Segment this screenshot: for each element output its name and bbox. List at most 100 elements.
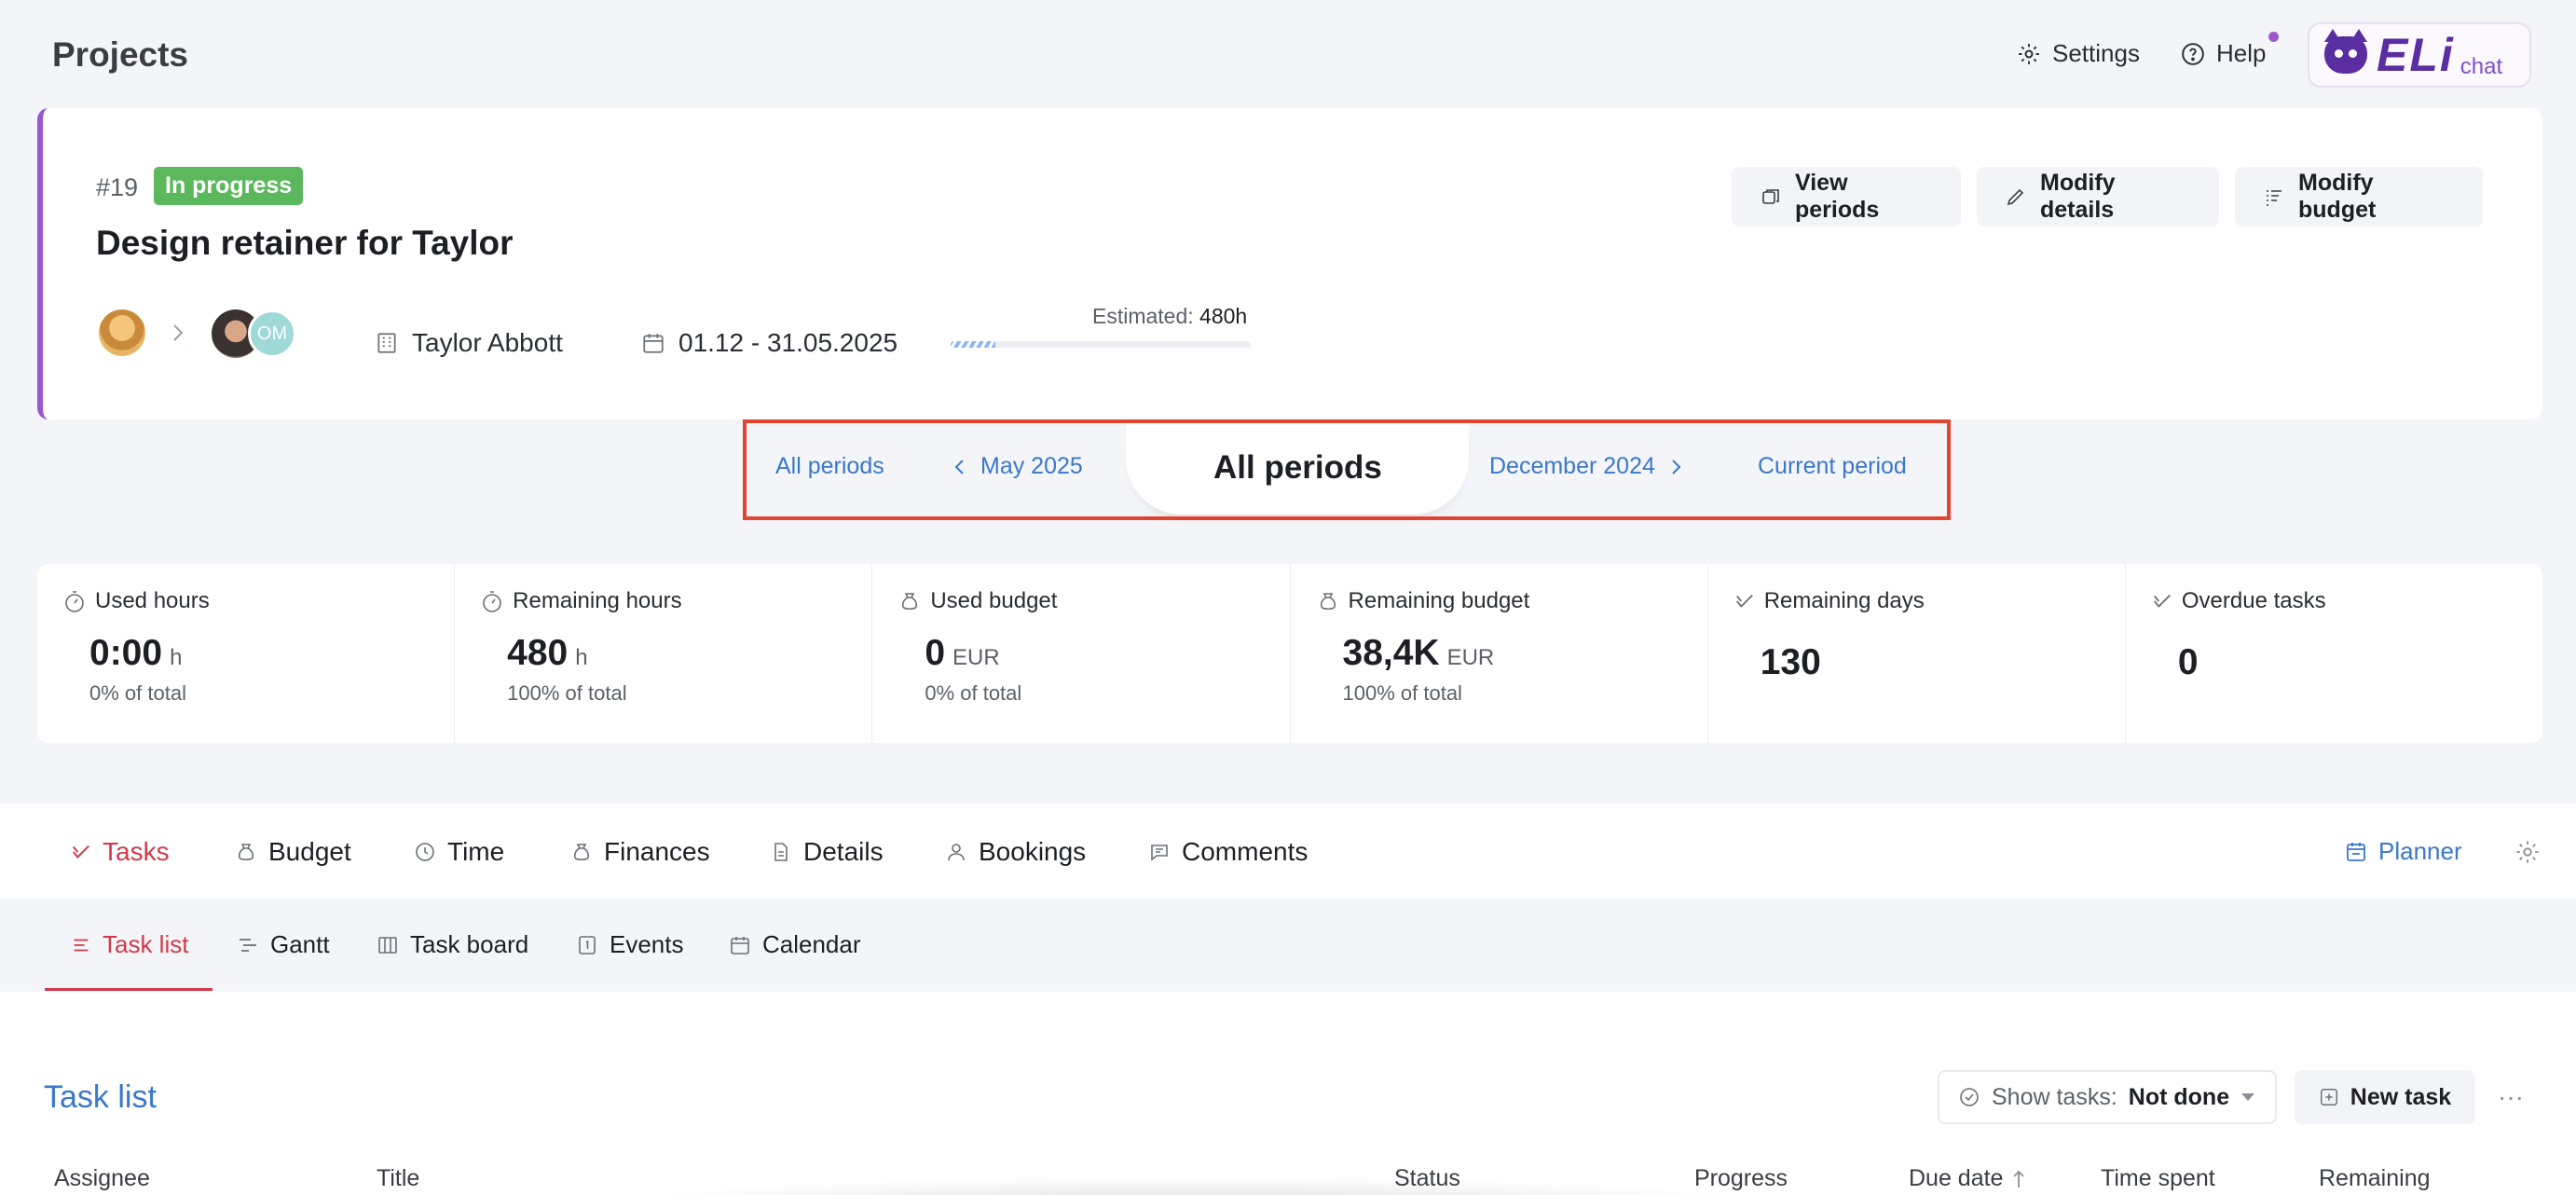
new-task-button[interactable]: New task: [2295, 1070, 2475, 1124]
stat-subtext: 100% of total: [507, 681, 627, 705]
stopwatch-icon: [63, 589, 86, 613]
col-due-date-label: Due date: [1909, 1165, 2004, 1191]
show-tasks-dropdown[interactable]: Show tasks: Not done: [1938, 1070, 2277, 1124]
cat-logo-icon: [2324, 29, 2367, 74]
col-progress[interactable]: Progress: [1694, 1165, 1788, 1192]
tab-bookings[interactable]: Bookings: [945, 837, 1086, 867]
col-assignee[interactable]: Assignee: [54, 1165, 150, 1192]
tab-time[interactable]: Time: [414, 837, 504, 867]
prev-period-link[interactable]: May 2025: [954, 453, 1083, 480]
tab-comments-label: Comments: [1182, 837, 1309, 866]
tab-budget-label: Budget: [268, 837, 351, 866]
person-icon: [945, 841, 967, 863]
col-time-spent[interactable]: Time spent: [2101, 1165, 2215, 1192]
tab-bookings-label: Bookings: [979, 837, 1087, 866]
pencil-icon: [2005, 185, 2027, 208]
gantt-icon: [237, 934, 259, 956]
money-bag-icon: [1317, 590, 1339, 612]
next-period-link[interactable]: December 2024: [1489, 453, 1681, 480]
col-title[interactable]: Title: [377, 1165, 419, 1192]
tab-events-label: Events: [610, 930, 684, 958]
tab-task-board[interactable]: Task board: [377, 930, 528, 959]
settings-link[interactable]: Settings: [2017, 39, 2140, 68]
current-period-link[interactable]: Current period: [1758, 453, 1907, 480]
more-options-button[interactable]: ···: [2485, 1070, 2537, 1124]
tab-gantt[interactable]: Gantt: [237, 930, 330, 959]
modify-budget-label: Modify budget: [2298, 170, 2377, 223]
modify-budget-button[interactable]: Modify budget: [2235, 167, 2483, 227]
all-periods-link[interactable]: All periods: [775, 453, 884, 480]
tab-task-list[interactable]: Task list: [71, 930, 188, 959]
stat-value-number: 0:00: [89, 633, 163, 673]
stat-value-number: 38,4K: [1342, 633, 1440, 673]
stat-label: Remaining hours: [481, 588, 871, 614]
stat-subtext: 0% of total: [89, 681, 186, 705]
check-icon: [71, 842, 91, 862]
tab-details[interactable]: Details: [770, 837, 884, 867]
stat-label-text: Remaining budget: [1348, 588, 1530, 613]
stats-panel: Used hours 0:00 h 0% of total Remaining hour…: [37, 564, 2542, 743]
gear-icon[interactable]: [2514, 839, 2541, 865]
date-range: 01.12 - 31.05.2025: [641, 328, 897, 358]
project-number: #19: [96, 173, 139, 201]
stat-label: Remaining days: [1734, 588, 2125, 614]
stat-unit: h: [170, 645, 183, 670]
tab-gantt-label: Gantt: [270, 930, 330, 958]
active-subtab-underline: [45, 988, 212, 991]
stat-value: 0: [2178, 642, 2542, 683]
help-label: Help: [2216, 39, 2267, 67]
help-label-wrap: Help: [2216, 32, 2280, 68]
tab-budget[interactable]: Budget: [235, 837, 351, 867]
notification-dot: [2268, 32, 2280, 42]
building-icon: [375, 331, 399, 355]
money-bag-icon: [235, 841, 257, 863]
check-circle-icon: [1958, 1086, 1980, 1108]
stat-card: Remaining budget 38,4K EUR 100% of total: [1291, 564, 1708, 743]
stat-value-number: 0: [2177, 642, 2199, 682]
stat-card: Used budget 0 EUR 0% of total: [872, 564, 1291, 743]
avatar-initials[interactable]: OM: [248, 309, 296, 358]
tab-finances[interactable]: Finances: [570, 837, 710, 867]
modify-details-button[interactable]: Modify details: [1977, 167, 2219, 227]
stat-label: Overdue tasks: [2152, 588, 2542, 614]
avatar-owner[interactable]: [99, 309, 145, 356]
client-name: Taylor Abbott: [412, 328, 563, 357]
event-icon: [576, 934, 598, 956]
tab-time-label: Time: [447, 837, 505, 866]
show-tasks-value: Not done: [2128, 1083, 2230, 1110]
tab-tasks[interactable]: Tasks: [71, 837, 170, 867]
stat-label: Used hours: [63, 588, 454, 614]
show-tasks-label: Show tasks:: [1992, 1083, 2117, 1110]
calendar-icon: [641, 331, 665, 355]
planner-link[interactable]: Planner: [2345, 837, 2462, 866]
stat-value-number: 480: [507, 633, 569, 673]
tab-tasks-label: Tasks: [103, 837, 170, 866]
chevron-right-icon: [171, 323, 185, 343]
stat-subtext: 100% of total: [1342, 681, 1462, 705]
view-periods-button[interactable]: View periods: [1732, 167, 1961, 227]
money-bag-icon: [898, 590, 921, 612]
tab-events[interactable]: Events: [576, 930, 684, 959]
col-remaining[interactable]: Remaining: [2319, 1165, 2431, 1192]
tab-details-label: Details: [803, 837, 884, 866]
task-list-title: Task list: [44, 1079, 157, 1115]
settings-label: Settings: [2052, 39, 2140, 67]
plus-square-icon: [2319, 1087, 2339, 1107]
col-due-date[interactable]: Due date: [1909, 1165, 2025, 1192]
stat-label: Used budget: [898, 588, 1289, 614]
gear-icon: [2017, 42, 2041, 66]
money-bag-icon: [570, 841, 593, 863]
stat-value: 130: [1761, 642, 2125, 683]
stat-card: Remaining days 130: [1708, 564, 2126, 743]
tab-comments[interactable]: Comments: [1148, 837, 1308, 867]
help-link[interactable]: Help: [2181, 32, 2280, 68]
planner-icon: [2345, 841, 2367, 863]
col-status[interactable]: Status: [1394, 1165, 1460, 1192]
periods-icon: [1760, 185, 1782, 208]
prev-period-label: May 2025: [980, 453, 1083, 479]
current-period-title: All periods: [1213, 449, 1382, 486]
eli-chat-label: chat: [2460, 54, 2503, 79]
eli-chat-button[interactable]: ELi chat: [2308, 22, 2531, 88]
date-range-text: 01.12 - 31.05.2025: [678, 328, 898, 357]
tab-calendar[interactable]: Calendar: [729, 930, 861, 959]
